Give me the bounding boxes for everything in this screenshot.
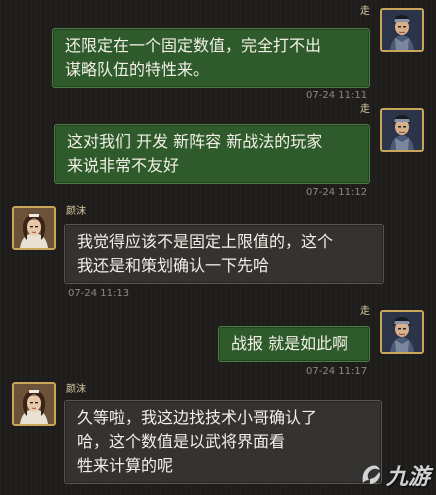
sender-name: 颜沫 <box>66 384 86 395</box>
chat-window: 走 还限定在一个固定数值，完全打不出 谋略队伍的特性来。 07-24 11:11… <box>0 0 436 495</box>
message-timestamp: 07-24 11:11 <box>306 90 368 101</box>
warrior-portrait-icon <box>382 312 422 352</box>
avatar-zou[interactable] <box>380 8 424 52</box>
message-bubble[interactable]: 还限定在一个固定数值，完全打不出 谋略队伍的特性来。 <box>52 28 370 88</box>
avatar-zou[interactable] <box>380 108 424 152</box>
message-bubble[interactable]: 我觉得应该不是固定上限值的，这个 我还是和策划确认一下先哈 <box>64 224 384 284</box>
avatar-yanmo[interactable] <box>12 206 56 250</box>
warrior-portrait-icon <box>382 110 422 150</box>
sender-name: 走 <box>360 306 370 317</box>
sender-name: 走 <box>360 104 370 115</box>
message-timestamp: 07-24 11:17 <box>306 366 368 377</box>
watermark-text: 九游 <box>385 465 430 490</box>
sender-name: 走 <box>360 6 370 17</box>
sender-name: 颜沫 <box>66 206 86 217</box>
message-bubble[interactable]: 战报 就是如此啊 <box>218 326 370 362</box>
message-bubble[interactable]: 久等啦，我这边找技术小哥确认了 哈，这个数值是以武将界面看 牲来计算的呢 <box>64 400 382 484</box>
avatar-zou[interactable] <box>380 310 424 354</box>
woman-portrait-icon <box>14 208 54 248</box>
woman-portrait-icon <box>14 384 54 424</box>
warrior-portrait-icon <box>382 10 422 50</box>
message-timestamp: 07-24 11:12 <box>306 187 368 198</box>
avatar-yanmo[interactable] <box>12 382 56 426</box>
jiuyou-logo-icon <box>362 465 380 484</box>
watermark: 九游 <box>358 459 430 491</box>
message-bubble[interactable]: 这对我们 开发 新阵容 新战法的玩家 来说非常不友好 <box>54 124 370 184</box>
message-timestamp: 07-24 11:13 <box>68 288 130 299</box>
